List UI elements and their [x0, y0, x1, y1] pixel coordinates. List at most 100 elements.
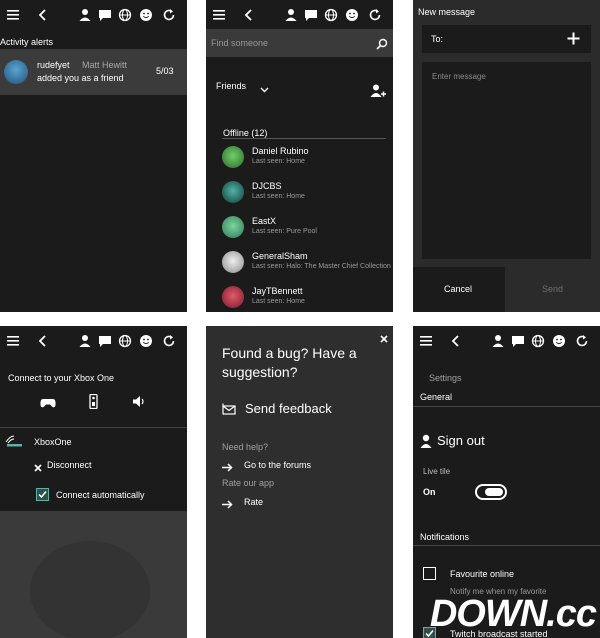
settings-label: Settings — [429, 373, 462, 383]
hamburger-menu-icon[interactable] — [418, 333, 434, 349]
notification-message: added you as a friend — [37, 73, 124, 83]
refresh-icon[interactable] — [161, 333, 177, 349]
smiley-icon[interactable] — [344, 7, 360, 23]
connect-panel: Connect to your Xbox One XboxOne Disconn… — [0, 326, 187, 638]
live-tile-toggle[interactable] — [475, 484, 507, 500]
need-help-label: Need help? — [222, 442, 269, 452]
sign-out-button[interactable]: Sign out — [437, 433, 485, 448]
avatar — [222, 181, 244, 203]
friends-dropdown[interactable]: Friends — [216, 81, 246, 91]
faded-logo — [30, 541, 150, 638]
friend-row[interactable]: DJCBS Last seen: Home — [206, 178, 393, 210]
friend-row[interactable]: Daniel Rubino Last seen: Home — [206, 143, 393, 175]
back-arrow-icon[interactable] — [448, 333, 464, 349]
controller-icon[interactable] — [40, 396, 56, 414]
rate-link[interactable]: Rate — [244, 497, 263, 507]
avatar — [4, 60, 28, 84]
to-label: To: — [431, 34, 444, 44]
headline: Found a bug? Have a suggestion? — [222, 345, 357, 380]
general-header: General — [420, 392, 453, 402]
activity-alerts-panel: Activity alerts rudefyet Matt Hewitt add… — [0, 0, 187, 312]
divider — [0, 427, 187, 428]
friend-name: EastX — [252, 216, 277, 226]
close-icon[interactable] — [380, 330, 388, 348]
arrow-right-icon — [222, 496, 233, 514]
avatar — [222, 216, 244, 238]
offline-header: Offline (12) — [223, 128, 268, 138]
globe-icon[interactable] — [323, 7, 339, 23]
background-area — [0, 511, 187, 638]
message-field[interactable]: Enter message — [422, 62, 591, 259]
message-input[interactable]: Enter message — [432, 72, 486, 81]
close-icon[interactable] — [34, 459, 42, 477]
rate-app-label: Rate our app — [222, 478, 275, 488]
search-box[interactable]: Find someone — [206, 29, 393, 57]
chat-icon[interactable] — [97, 333, 113, 349]
send-button[interactable]: Send — [505, 267, 600, 312]
notification-date: 5/03 — [156, 66, 174, 76]
favourite-online-label: Favourite online — [450, 569, 515, 579]
add-friend-icon[interactable] — [370, 83, 386, 104]
chat-icon[interactable] — [303, 7, 319, 23]
smiley-icon[interactable] — [138, 333, 154, 349]
cancel-button[interactable]: Cancel — [413, 267, 505, 312]
chat-icon[interactable] — [97, 7, 113, 23]
notifications-header: Notifications — [420, 532, 470, 542]
globe-icon[interactable] — [117, 333, 133, 349]
avatar — [222, 286, 244, 308]
friend-name: JayTBennett — [252, 286, 303, 296]
refresh-icon[interactable] — [574, 333, 590, 349]
smiley-icon[interactable] — [551, 333, 567, 349]
divider — [413, 545, 600, 546]
globe-icon[interactable] — [530, 333, 546, 349]
friend-name: DJCBS — [252, 181, 282, 191]
divider — [413, 406, 600, 407]
notification-friend-name: Matt Hewitt — [82, 60, 128, 70]
remote-icon[interactable] — [89, 393, 98, 414]
search-icon[interactable] — [376, 37, 388, 55]
toggle-knob — [485, 488, 503, 496]
refresh-icon[interactable] — [367, 7, 383, 23]
send-label: Send — [542, 284, 564, 294]
notification-item[interactable]: rudefyet Matt Hewitt added you as a frie… — [0, 49, 187, 95]
to-field[interactable]: To: — [422, 25, 591, 53]
friend-row[interactable]: GeneralSham Last seen: Halo: The Master … — [206, 248, 393, 280]
divider — [222, 138, 386, 139]
volume-icon[interactable] — [132, 395, 146, 413]
auto-connect-checkbox[interactable] — [36, 488, 49, 501]
top-bar — [0, 0, 187, 30]
disconnect-button[interactable]: Disconnect — [47, 460, 92, 470]
go-to-forums-link[interactable]: Go to the forums — [244, 460, 311, 470]
favourite-online-checkbox[interactable] — [423, 567, 436, 580]
notification-user: rudefyet — [37, 60, 70, 70]
chevron-down-icon[interactable] — [260, 81, 269, 99]
connect-title: Connect to your Xbox One — [8, 373, 115, 383]
person-icon[interactable] — [490, 333, 506, 349]
console-name: XboxOne — [34, 437, 72, 447]
back-arrow-icon[interactable] — [35, 333, 51, 349]
globe-icon[interactable] — [117, 7, 133, 23]
friend-last-seen: Last seen: Halo: The Master Chief Collec… — [252, 263, 391, 270]
person-icon[interactable] — [283, 7, 299, 23]
refresh-icon[interactable] — [161, 7, 177, 23]
live-tile-label: Live tile — [423, 467, 451, 476]
back-arrow-icon[interactable] — [35, 7, 51, 23]
feedback-icon — [222, 402, 236, 420]
xbox-console-icon — [5, 434, 23, 452]
friend-row[interactable]: JayTBennett Last seen: Home — [206, 283, 393, 312]
person-icon[interactable] — [77, 333, 93, 349]
hamburger-menu-icon[interactable] — [5, 7, 21, 23]
section-title: Activity alerts — [0, 37, 54, 47]
friend-row[interactable]: EastX Last seen: Pure Pool — [206, 213, 393, 245]
person-icon[interactable] — [77, 7, 93, 23]
hamburger-menu-icon[interactable] — [211, 7, 227, 23]
hamburger-menu-icon[interactable] — [5, 333, 21, 349]
send-feedback-button[interactable]: Send feedback — [245, 401, 332, 416]
back-arrow-icon[interactable] — [241, 7, 257, 23]
chat-icon[interactable] — [510, 333, 526, 349]
plus-icon[interactable] — [567, 32, 580, 50]
top-bar — [0, 326, 187, 356]
friend-name: Daniel Rubino — [252, 146, 309, 156]
smiley-icon[interactable] — [138, 7, 154, 23]
search-input[interactable]: Find someone — [211, 38, 268, 48]
